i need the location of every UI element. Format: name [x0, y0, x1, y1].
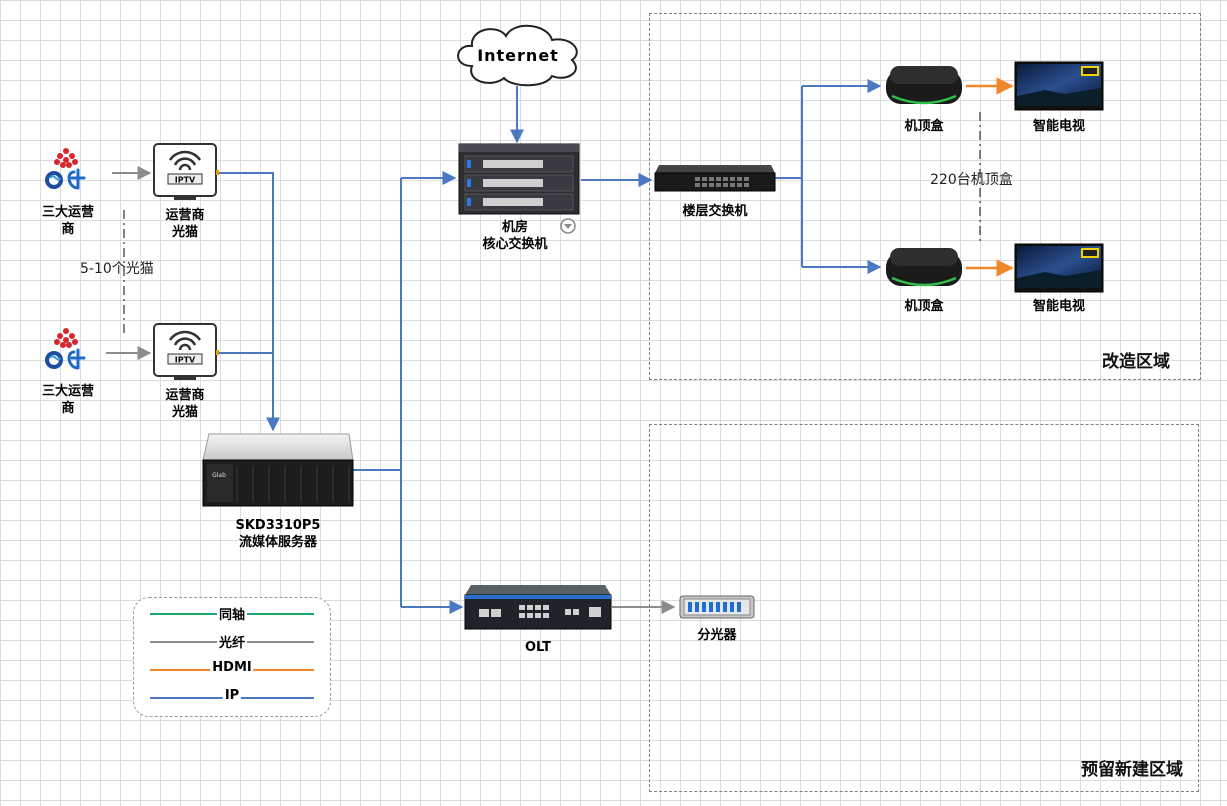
carrier-label-top: 三大运营 商: [30, 204, 106, 238]
set-top-box-icon: [886, 248, 962, 287]
modem-label-line2: 光猫: [171, 225, 198, 240]
modem-screen-text: IPTV: [175, 176, 196, 185]
modem-label-line1: 运营商: [165, 208, 205, 223]
optical-modem-icon: IPTV: [153, 143, 219, 200]
server-label: SKD3310P5 流媒体服务器: [203, 517, 353, 551]
olt-icon: [464, 585, 612, 630]
splitter-icon: [679, 595, 755, 619]
modem-screen-text: IPTV: [175, 356, 196, 365]
legend-label-ip: IP: [222, 688, 242, 703]
floor-switch-icon: [654, 165, 776, 192]
internet-label: Internet: [477, 46, 559, 65]
smart-tv-icon: [1014, 243, 1104, 293]
core-switch-label-line1: 机房: [501, 220, 528, 235]
floor-switch-label: 楼层交换机: [682, 204, 748, 219]
carrier-label-line1: 三大运营: [41, 205, 94, 220]
carrier-label-line1: 三大运营: [41, 384, 94, 399]
carrier-logo-icon: [45, 328, 86, 370]
legend: 同轴 光纤 HDMI IP: [133, 597, 331, 717]
modem-label-top: 运营商 光猫: [145, 207, 225, 241]
legend-item-coax: 同轴: [150, 604, 314, 623]
legend-label-hdmi: HDMI: [210, 660, 254, 675]
legend-item-ip: IP: [150, 688, 314, 705]
legend-item-hdmi: HDMI: [150, 660, 314, 677]
carrier-label-line2: 商: [61, 401, 75, 416]
carrier-label-bottom: 三大运营 商: [30, 383, 106, 417]
tv-top-label: 智能电视: [1032, 119, 1085, 134]
server-panel-text: Glab: [212, 472, 226, 479]
core-switch-label-line2: 核心交换机: [482, 237, 548, 252]
legend-item-fiber: 光纤: [150, 632, 314, 651]
legend-label-fiber: 光纤: [216, 632, 248, 651]
tv-bottom-label: 智能电视: [1032, 299, 1085, 314]
carrier-logo-icon: [45, 148, 86, 190]
server-name: 流媒体服务器: [238, 535, 317, 550]
modem-label-bottom: 运营商 光猫: [145, 387, 225, 421]
stb-top-label: 机顶盒: [904, 119, 944, 134]
core-switch-label: 机房 核心交换机: [465, 219, 565, 253]
core-switch-icon: [458, 143, 580, 215]
streaming-server-icon: Glab: [202, 433, 354, 507]
olt-label: OLT: [524, 640, 552, 655]
modem-count-note: 5-10个光猫: [80, 261, 154, 277]
stb-bottom-label: 机顶盒: [904, 299, 944, 314]
legend-label-coax: 同轴: [216, 604, 248, 623]
optical-modem-icon: IPTV: [153, 323, 219, 380]
modem-label-line2: 光猫: [171, 405, 198, 420]
splitter-label: 分光器: [697, 628, 737, 643]
server-model: SKD3310P5: [235, 518, 321, 533]
ip-link-modem1-server: [218, 172, 280, 432]
carrier-label-line2: 商: [61, 222, 75, 237]
modem-label-line1: 运营商: [165, 388, 205, 403]
stb-count-note: 220台机顶盒: [930, 172, 1013, 188]
set-top-box-icon: [886, 66, 962, 105]
smart-tv-icon: [1014, 61, 1104, 111]
